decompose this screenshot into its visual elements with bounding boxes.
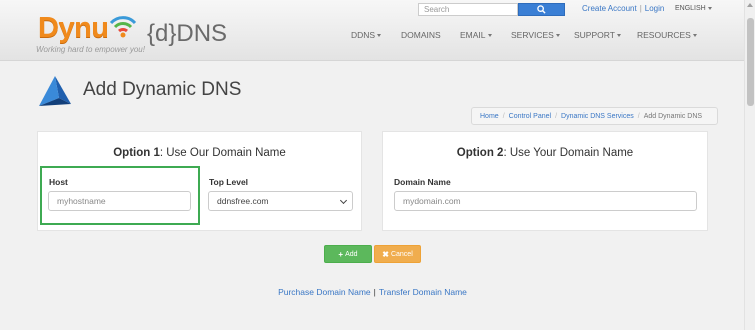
breadcrumb: Home / Control Panel / Dynamic DNS Service… bbox=[471, 107, 718, 125]
page-title: Add Dynamic DNS bbox=[83, 79, 242, 100]
search-input[interactable]: Search bbox=[418, 3, 518, 16]
domain-name-input[interactable]: mydomain.com bbox=[394, 191, 697, 211]
nav-domains[interactable]: DOMAINS bbox=[401, 29, 441, 41]
page-scrollbar[interactable] bbox=[744, 0, 755, 330]
chevron-down-icon bbox=[377, 33, 382, 37]
login-link[interactable]: Login bbox=[645, 4, 665, 13]
breadcrumb-dynamic-dns-services[interactable]: Dynamic DNS Services bbox=[561, 113, 634, 120]
account-links: Create Account | Login bbox=[582, 4, 665, 13]
logo-text: Dynu bbox=[38, 12, 109, 44]
language-selector[interactable]: ENGLISH bbox=[675, 5, 712, 12]
nav-services[interactable]: SERVICES bbox=[511, 29, 560, 41]
option2-title: Option 2: Use Your Domain Name bbox=[456, 147, 634, 159]
chevron-down-icon bbox=[707, 6, 712, 10]
breadcrumb-home[interactable]: Home bbox=[480, 113, 499, 120]
scroll-up-icon[interactable] bbox=[747, 3, 753, 7]
breadcrumb-control-panel[interactable]: Control Panel bbox=[509, 113, 551, 120]
plus-icon: + bbox=[338, 249, 344, 259]
top-level-select[interactable]: ddnsfree.com bbox=[208, 191, 353, 211]
cancel-button[interactable]: ✖ Cancel bbox=[374, 245, 421, 263]
scroll-thumb[interactable] bbox=[747, 18, 754, 106]
host-highlight-box bbox=[40, 166, 200, 225]
create-account-link[interactable]: Create Account bbox=[582, 4, 637, 13]
site-header: Dynu {d}DNS Working hard to empower you!… bbox=[0, 0, 755, 61]
top-level-label: Top Level bbox=[209, 177, 249, 187]
tagline: Working hard to empower you! bbox=[36, 45, 145, 54]
option1-title: Option 1: Use Our Domain Name bbox=[113, 147, 286, 159]
chevron-down-icon bbox=[616, 33, 621, 37]
nav-resources[interactable]: RESOURCES bbox=[637, 29, 697, 41]
dynu-logo[interactable]: Dynu {d}DNS Working hard to empower you! bbox=[36, 8, 228, 56]
chevron-down-icon bbox=[692, 33, 697, 37]
close-icon: ✖ bbox=[382, 249, 389, 259]
nav-email[interactable]: EMAIL bbox=[460, 29, 492, 41]
add-button[interactable]: + Add bbox=[324, 245, 372, 263]
wifi-icon bbox=[109, 16, 137, 38]
search-icon bbox=[537, 5, 546, 14]
domain-name-label: Domain Name bbox=[394, 177, 451, 187]
purchase-domain-link[interactable]: Purchase Domain Name bbox=[278, 287, 371, 297]
chevron-down-icon bbox=[555, 33, 560, 37]
chevron-down-icon bbox=[487, 33, 492, 37]
search-button[interactable] bbox=[518, 3, 565, 16]
chevron-down-icon bbox=[339, 196, 348, 205]
option2-panel: Option 2: Use Your Domain Name Domain Na… bbox=[382, 131, 708, 231]
link-separator: | bbox=[373, 287, 376, 297]
top-level-value: ddnsfree.com bbox=[217, 196, 269, 206]
nav-support[interactable]: SUPPORT bbox=[574, 29, 621, 41]
nav-ddns[interactable]: DDNS bbox=[351, 29, 382, 41]
dynamic-dns-icon bbox=[39, 76, 71, 106]
domain-links: Purchase Domain Name | Transfer Domain Nam… bbox=[0, 287, 745, 297]
ddns-product-text: {d}DNS bbox=[147, 20, 228, 47]
transfer-domain-link[interactable]: Transfer Domain Name bbox=[379, 287, 467, 297]
breadcrumb-current: Add Dynamic DNS bbox=[643, 112, 703, 120]
